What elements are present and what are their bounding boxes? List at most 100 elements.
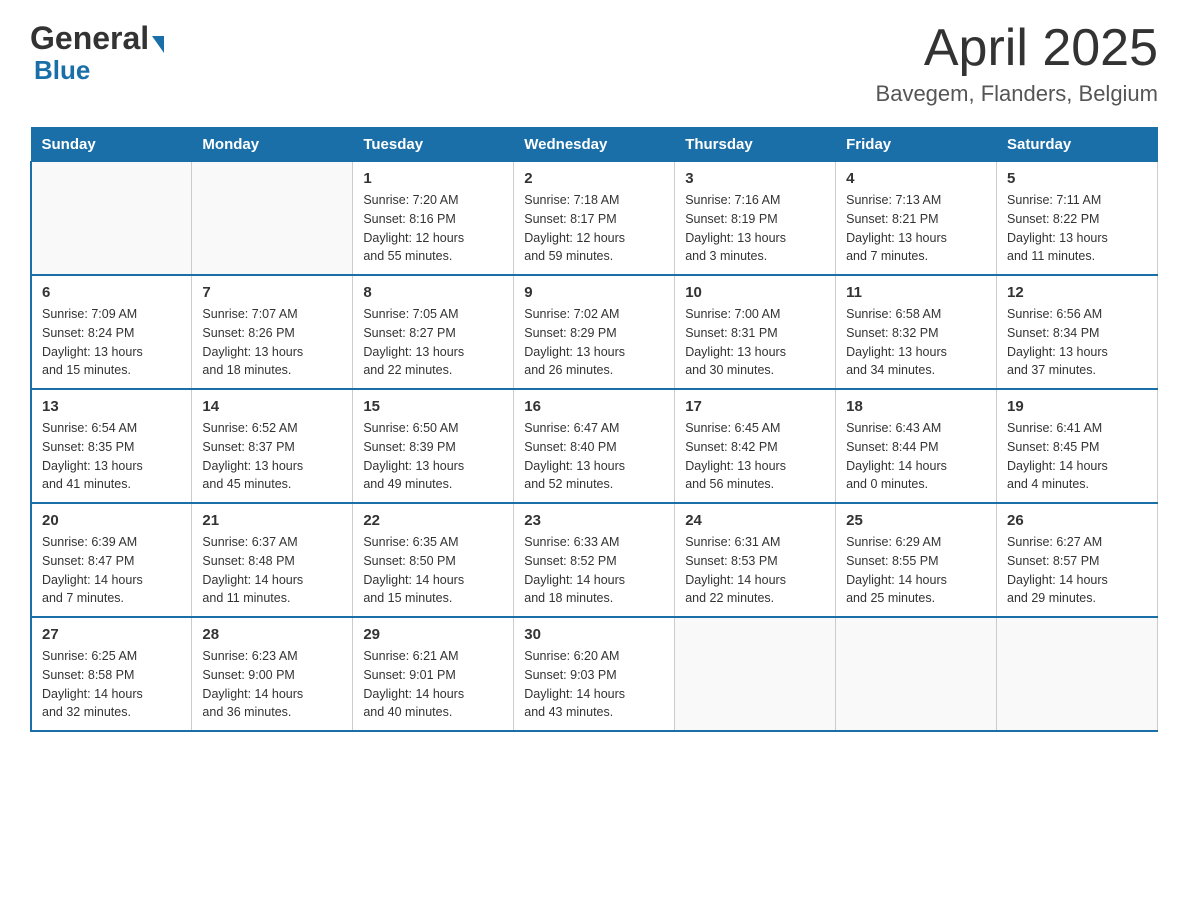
calendar-cell: 23 Sunrise: 6:33 AM Sunset: 8:52 PM Dayli… [514,503,675,617]
calendar-week-row: 13 Sunrise: 6:54 AM Sunset: 8:35 PM Dayli… [31,389,1158,503]
day-number: 6 [42,284,181,301]
day-info: Sunrise: 6:31 AM Sunset: 8:53 PM Dayligh… [685,533,825,608]
calendar-header-row: SundayMondayTuesdayWednesdayThursdayFrid… [31,128,1158,162]
day-number: 20 [42,512,181,529]
day-number: 1 [363,170,503,187]
day-info: Sunrise: 6:25 AM Sunset: 8:58 PM Dayligh… [42,647,181,722]
calendar-cell: 2 Sunrise: 7:18 AM Sunset: 8:17 PM Daylig… [514,162,675,276]
location-subtitle: Bavegem, Flanders, Belgium [876,81,1158,107]
calendar-cell: 30 Sunrise: 6:20 AM Sunset: 9:03 PM Dayli… [514,617,675,731]
logo-triangle-icon [152,36,164,53]
calendar-cell: 10 Sunrise: 7:00 AM Sunset: 8:31 PM Dayli… [675,275,836,389]
calendar-cell: 7Sunrise: 7:07 AM Sunset: 8:26 PM Daylig… [192,275,353,389]
calendar-week-row: 1 Sunrise: 7:20 AM Sunset: 8:16 PM Daylig… [31,162,1158,276]
day-number: 23 [524,512,664,529]
day-info: Sunrise: 7:20 AM Sunset: 8:16 PM Dayligh… [363,191,503,266]
day-number: 17 [685,398,825,415]
day-info: Sunrise: 7:09 AM Sunset: 8:24 PM Dayligh… [42,305,181,380]
calendar-cell: 1 Sunrise: 7:20 AM Sunset: 8:16 PM Daylig… [353,162,514,276]
day-info: Sunrise: 6:54 AM Sunset: 8:35 PM Dayligh… [42,419,181,494]
calendar-cell: 28 Sunrise: 6:23 AM Sunset: 9:00 PM Dayli… [192,617,353,731]
day-info: Sunrise: 6:45 AM Sunset: 8:42 PM Dayligh… [685,419,825,494]
day-number: 22 [363,512,503,529]
day-info: Sunrise: 6:23 AM Sunset: 9:00 PM Dayligh… [202,647,342,722]
calendar-cell: 13 Sunrise: 6:54 AM Sunset: 8:35 PM Dayli… [31,389,192,503]
day-number: 10 [685,284,825,301]
day-number: 16 [524,398,664,415]
calendar-cell: 3Sunrise: 7:16 AM Sunset: 8:19 PM Daylig… [675,162,836,276]
day-info: Sunrise: 6:20 AM Sunset: 9:03 PM Dayligh… [524,647,664,722]
day-number: 4 [846,170,986,187]
day-info: Sunrise: 7:18 AM Sunset: 8:17 PM Dayligh… [524,191,664,266]
calendar-week-row: 27Sunrise: 6:25 AM Sunset: 8:58 PM Dayli… [31,617,1158,731]
day-number: 25 [846,512,986,529]
day-info: Sunrise: 6:27 AM Sunset: 8:57 PM Dayligh… [1007,533,1147,608]
day-number: 15 [363,398,503,415]
header-sunday: Sunday [31,128,192,162]
day-number: 19 [1007,398,1147,415]
header-tuesday: Tuesday [353,128,514,162]
calendar-cell: 26 Sunrise: 6:27 AM Sunset: 8:57 PM Dayli… [997,503,1158,617]
calendar-cell: 24 Sunrise: 6:31 AM Sunset: 8:53 PM Dayli… [675,503,836,617]
logo-general: General [30,20,149,56]
page-header: General Blue April 2025 Bavegem, Flander… [30,20,1158,107]
day-info: Sunrise: 7:11 AM Sunset: 8:22 PM Dayligh… [1007,191,1147,266]
calendar-cell [31,162,192,276]
day-info: Sunrise: 6:43 AM Sunset: 8:44 PM Dayligh… [846,419,986,494]
day-info: Sunrise: 6:41 AM Sunset: 8:45 PM Dayligh… [1007,419,1147,494]
calendar-cell: 17 Sunrise: 6:45 AM Sunset: 8:42 PM Dayli… [675,389,836,503]
calendar-cell: 16Sunrise: 6:47 AM Sunset: 8:40 PM Dayli… [514,389,675,503]
day-info: Sunrise: 6:29 AM Sunset: 8:55 PM Dayligh… [846,533,986,608]
calendar-cell: 6 Sunrise: 7:09 AM Sunset: 8:24 PM Daylig… [31,275,192,389]
calendar-cell: 4 Sunrise: 7:13 AM Sunset: 8:21 PM Daylig… [836,162,997,276]
calendar-cell: 27Sunrise: 6:25 AM Sunset: 8:58 PM Dayli… [31,617,192,731]
day-number: 11 [846,284,986,301]
header-saturday: Saturday [997,128,1158,162]
day-number: 13 [42,398,181,415]
calendar-cell: 15 Sunrise: 6:50 AM Sunset: 8:39 PM Dayli… [353,389,514,503]
logo: General Blue [30,20,164,86]
calendar-cell: 8 Sunrise: 7:05 AM Sunset: 8:27 PM Daylig… [353,275,514,389]
calendar-cell: 29Sunrise: 6:21 AM Sunset: 9:01 PM Dayli… [353,617,514,731]
calendar-cell [836,617,997,731]
header-thursday: Thursday [675,128,836,162]
calendar-cell: 11Sunrise: 6:58 AM Sunset: 8:32 PM Dayli… [836,275,997,389]
day-number: 18 [846,398,986,415]
day-info: Sunrise: 6:56 AM Sunset: 8:34 PM Dayligh… [1007,305,1147,380]
day-number: 12 [1007,284,1147,301]
day-number: 7 [202,284,342,301]
calendar-cell: 20Sunrise: 6:39 AM Sunset: 8:47 PM Dayli… [31,503,192,617]
calendar-cell: 18 Sunrise: 6:43 AM Sunset: 8:44 PM Dayli… [836,389,997,503]
calendar-cell: 12 Sunrise: 6:56 AM Sunset: 8:34 PM Dayli… [997,275,1158,389]
day-number: 8 [363,284,503,301]
calendar-cell [192,162,353,276]
day-info: Sunrise: 7:05 AM Sunset: 8:27 PM Dayligh… [363,305,503,380]
calendar-cell [997,617,1158,731]
day-number: 14 [202,398,342,415]
day-number: 26 [1007,512,1147,529]
day-number: 30 [524,626,664,643]
day-number: 29 [363,626,503,643]
month-year-title: April 2025 [876,20,1158,77]
day-info: Sunrise: 6:50 AM Sunset: 8:39 PM Dayligh… [363,419,503,494]
day-number: 2 [524,170,664,187]
calendar-cell: 25 Sunrise: 6:29 AM Sunset: 8:55 PM Dayli… [836,503,997,617]
day-info: Sunrise: 7:13 AM Sunset: 8:21 PM Dayligh… [846,191,986,266]
header-monday: Monday [192,128,353,162]
day-info: Sunrise: 7:00 AM Sunset: 8:31 PM Dayligh… [685,305,825,380]
calendar-cell: 14Sunrise: 6:52 AM Sunset: 8:37 PM Dayli… [192,389,353,503]
logo-mark: General [30,20,164,57]
calendar-title-area: April 2025 Bavegem, Flanders, Belgium [876,20,1158,107]
calendar-cell: 22 Sunrise: 6:35 AM Sunset: 8:50 PM Dayli… [353,503,514,617]
day-number: 3 [685,170,825,187]
day-info: Sunrise: 6:37 AM Sunset: 8:48 PM Dayligh… [202,533,342,608]
day-number: 24 [685,512,825,529]
logo-blue-text: Blue [34,55,90,86]
day-number: 28 [202,626,342,643]
calendar-cell [675,617,836,731]
calendar-week-row: 6 Sunrise: 7:09 AM Sunset: 8:24 PM Daylig… [31,275,1158,389]
day-info: Sunrise: 6:33 AM Sunset: 8:52 PM Dayligh… [524,533,664,608]
day-number: 21 [202,512,342,529]
day-info: Sunrise: 6:35 AM Sunset: 8:50 PM Dayligh… [363,533,503,608]
day-number: 9 [524,284,664,301]
